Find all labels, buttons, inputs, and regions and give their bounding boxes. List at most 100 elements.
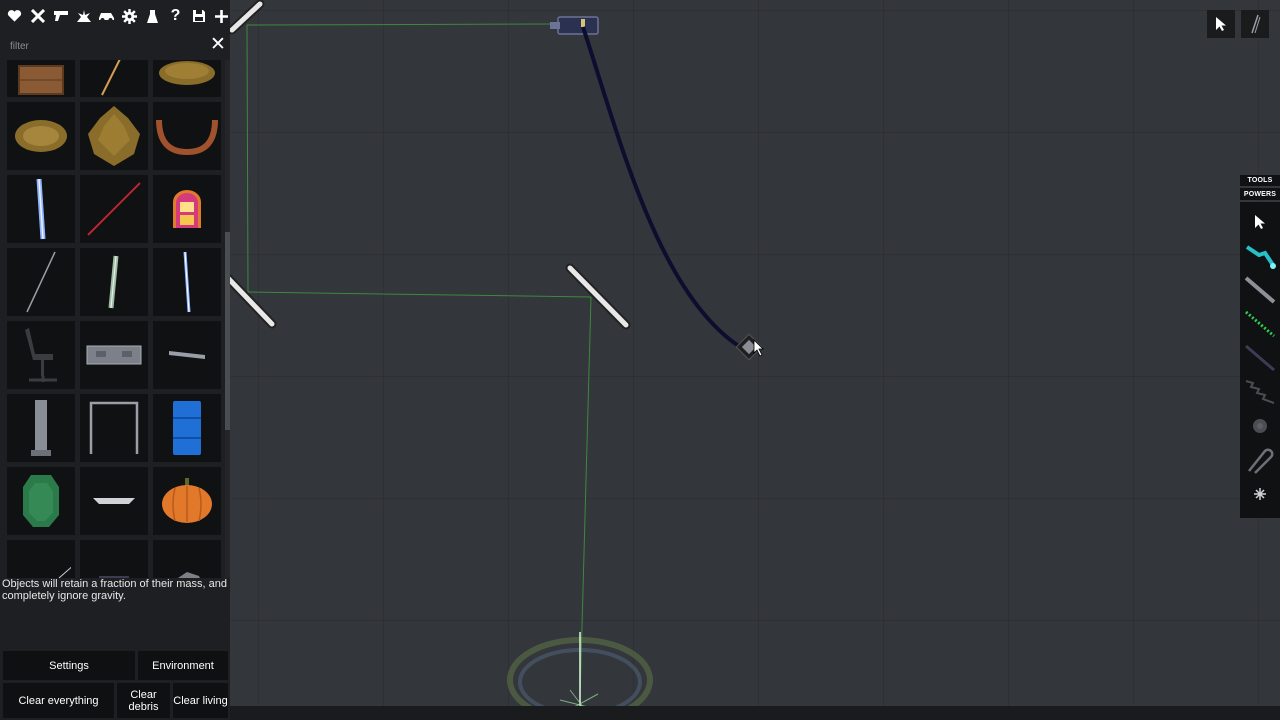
- catalog-item-wooden-arch[interactable]: [153, 102, 221, 170]
- favorites-button[interactable]: [3, 2, 26, 30]
- drag-mode-button[interactable]: [1241, 10, 1269, 38]
- catalog-item-metal-frame[interactable]: [80, 394, 148, 462]
- select-mode-button[interactable]: [1207, 10, 1235, 38]
- pointer-icon: [1255, 215, 1265, 229]
- vehicles-button[interactable]: [95, 2, 118, 30]
- tools-tab[interactable]: TOOLS: [1240, 175, 1280, 186]
- flask-icon: [147, 9, 158, 23]
- catalog-item-wire[interactable]: [7, 540, 75, 578]
- blue-barrel-icon: [173, 401, 201, 455]
- catalog-item-green-vase[interactable]: [7, 467, 75, 535]
- catalog-item-glass-tube[interactable]: [80, 248, 148, 316]
- tool-hook[interactable]: [1240, 443, 1280, 477]
- tool-dotted[interactable]: [1240, 341, 1280, 375]
- crossed-tools-icon: [30, 9, 45, 23]
- catalog-item-hay-pile[interactable]: [153, 60, 221, 97]
- ceiling-lamp-icon: [93, 498, 135, 504]
- catalog-item-blue-barrel[interactable]: [153, 394, 221, 462]
- floor: [230, 706, 1280, 720]
- tool-gear[interactable]: [1240, 409, 1280, 443]
- green-vase-icon: [23, 475, 59, 527]
- car-icon: [99, 13, 114, 22]
- catalog-item-jukebox[interactable]: [153, 175, 221, 243]
- misc-button[interactable]: ?: [164, 2, 187, 30]
- settings-button[interactable]: Settings: [3, 651, 135, 680]
- item-description: Objects will retain a fraction of their …: [2, 578, 227, 602]
- glass-tube-icon: [108, 255, 119, 309]
- explosion-icon: [76, 9, 91, 22]
- clear-debris-button[interactable]: Clear debris: [117, 683, 170, 718]
- bush-icon: [88, 106, 140, 166]
- catalog-item-pumpkin[interactable]: [153, 467, 221, 535]
- chemistry-button[interactable]: [141, 2, 164, 30]
- mirror[interactable]: [221, 271, 277, 329]
- close-icon: ✕: [210, 34, 226, 55]
- wooden-arch-icon: [156, 119, 218, 156]
- catalog-scrollbar-thumb[interactable]: [225, 232, 230, 430]
- tool-laser[interactable]: [1240, 239, 1280, 273]
- hook-tool-icon: [1248, 448, 1274, 474]
- clear-everything-button[interactable]: Clear everything: [3, 683, 114, 718]
- red-rod-icon: [87, 182, 141, 236]
- machinery-button[interactable]: [118, 2, 141, 30]
- catalog-item-grey-bench[interactable]: [153, 321, 221, 389]
- clear-living-button[interactable]: Clear living: [173, 683, 228, 718]
- catalog-item-wooden-crate[interactable]: [7, 60, 75, 97]
- grey-cabinet-icon: [31, 400, 51, 456]
- laser-beam: [247, 291, 592, 298]
- catalog-item-blue-rod[interactable]: [153, 248, 221, 316]
- rod-tool-icon: [1244, 276, 1276, 304]
- filter-input[interactable]: [4, 36, 208, 56]
- save-button[interactable]: [187, 2, 210, 30]
- drag-line-icon: [1251, 14, 1261, 34]
- tools-button[interactable]: [26, 2, 49, 30]
- laser-beam: [246, 23, 557, 26]
- tool-rod[interactable]: [1240, 273, 1280, 307]
- catalog-item-wooden-stick[interactable]: [80, 60, 148, 97]
- catalog-item-dark-box[interactable]: [80, 540, 148, 578]
- hay-pile-icon: [159, 61, 215, 85]
- add-button[interactable]: [210, 2, 233, 30]
- tool-pointer[interactable]: [1240, 205, 1280, 239]
- mirror[interactable]: [227, 0, 265, 35]
- tool-spark[interactable]: [1240, 477, 1280, 511]
- laser-tool-icon: [1245, 245, 1276, 269]
- catalog-item-ceiling-lamp[interactable]: [80, 467, 148, 535]
- close-panel-button[interactable]: ✕: [210, 34, 226, 56]
- spark-tool-icon: [1254, 488, 1266, 500]
- catalog-item-thin-rod[interactable]: [7, 248, 75, 316]
- thin-rod-icon: [26, 251, 56, 313]
- green-line-tool-icon: [1245, 310, 1275, 338]
- catalog-item-grey-panel[interactable]: [80, 321, 148, 389]
- gear-icon: [122, 8, 137, 24]
- left-panel: ? ✕: [0, 0, 230, 720]
- powers-tab[interactable]: POWERS: [1240, 188, 1280, 200]
- catalog-item-grey-cabinet[interactable]: [7, 394, 75, 462]
- grey-panel-icon: [86, 345, 142, 365]
- catalog-item-bush[interactable]: [80, 102, 148, 170]
- environment-button[interactable]: Environment: [138, 651, 228, 680]
- firearms-button[interactable]: [49, 2, 72, 30]
- heart-icon: [7, 10, 22, 22]
- catalog-item-red-rod[interactable]: [80, 175, 148, 243]
- category-toolbar: ?: [0, 0, 233, 32]
- catalog-item-office-chair[interactable]: [7, 321, 75, 389]
- wooden-crate-icon: [18, 65, 64, 95]
- question-icon: ?: [170, 7, 181, 24]
- wooden-stick-icon: [101, 60, 121, 96]
- laser-receiver[interactable]: [550, 16, 599, 35]
- jukebox-icon: [173, 190, 201, 228]
- tool-green-line[interactable]: [1240, 307, 1280, 341]
- gear-tool-icon: [1253, 419, 1267, 433]
- catalog-item-rock[interactable]: [153, 540, 221, 578]
- plus-icon: [215, 9, 228, 23]
- gun-icon: [53, 11, 68, 21]
- tools-panel: [1240, 202, 1280, 518]
- tool-spring[interactable]: [1240, 375, 1280, 409]
- blue-rod-icon: [183, 251, 191, 313]
- catalog-item-blue-fluorescent-tube[interactable]: [7, 175, 75, 243]
- hay-pile-small-icon: [15, 120, 67, 152]
- explosives-button[interactable]: [72, 2, 95, 30]
- metal-frame-icon: [89, 401, 139, 454]
- catalog-item-hay-pile-small[interactable]: [7, 102, 75, 170]
